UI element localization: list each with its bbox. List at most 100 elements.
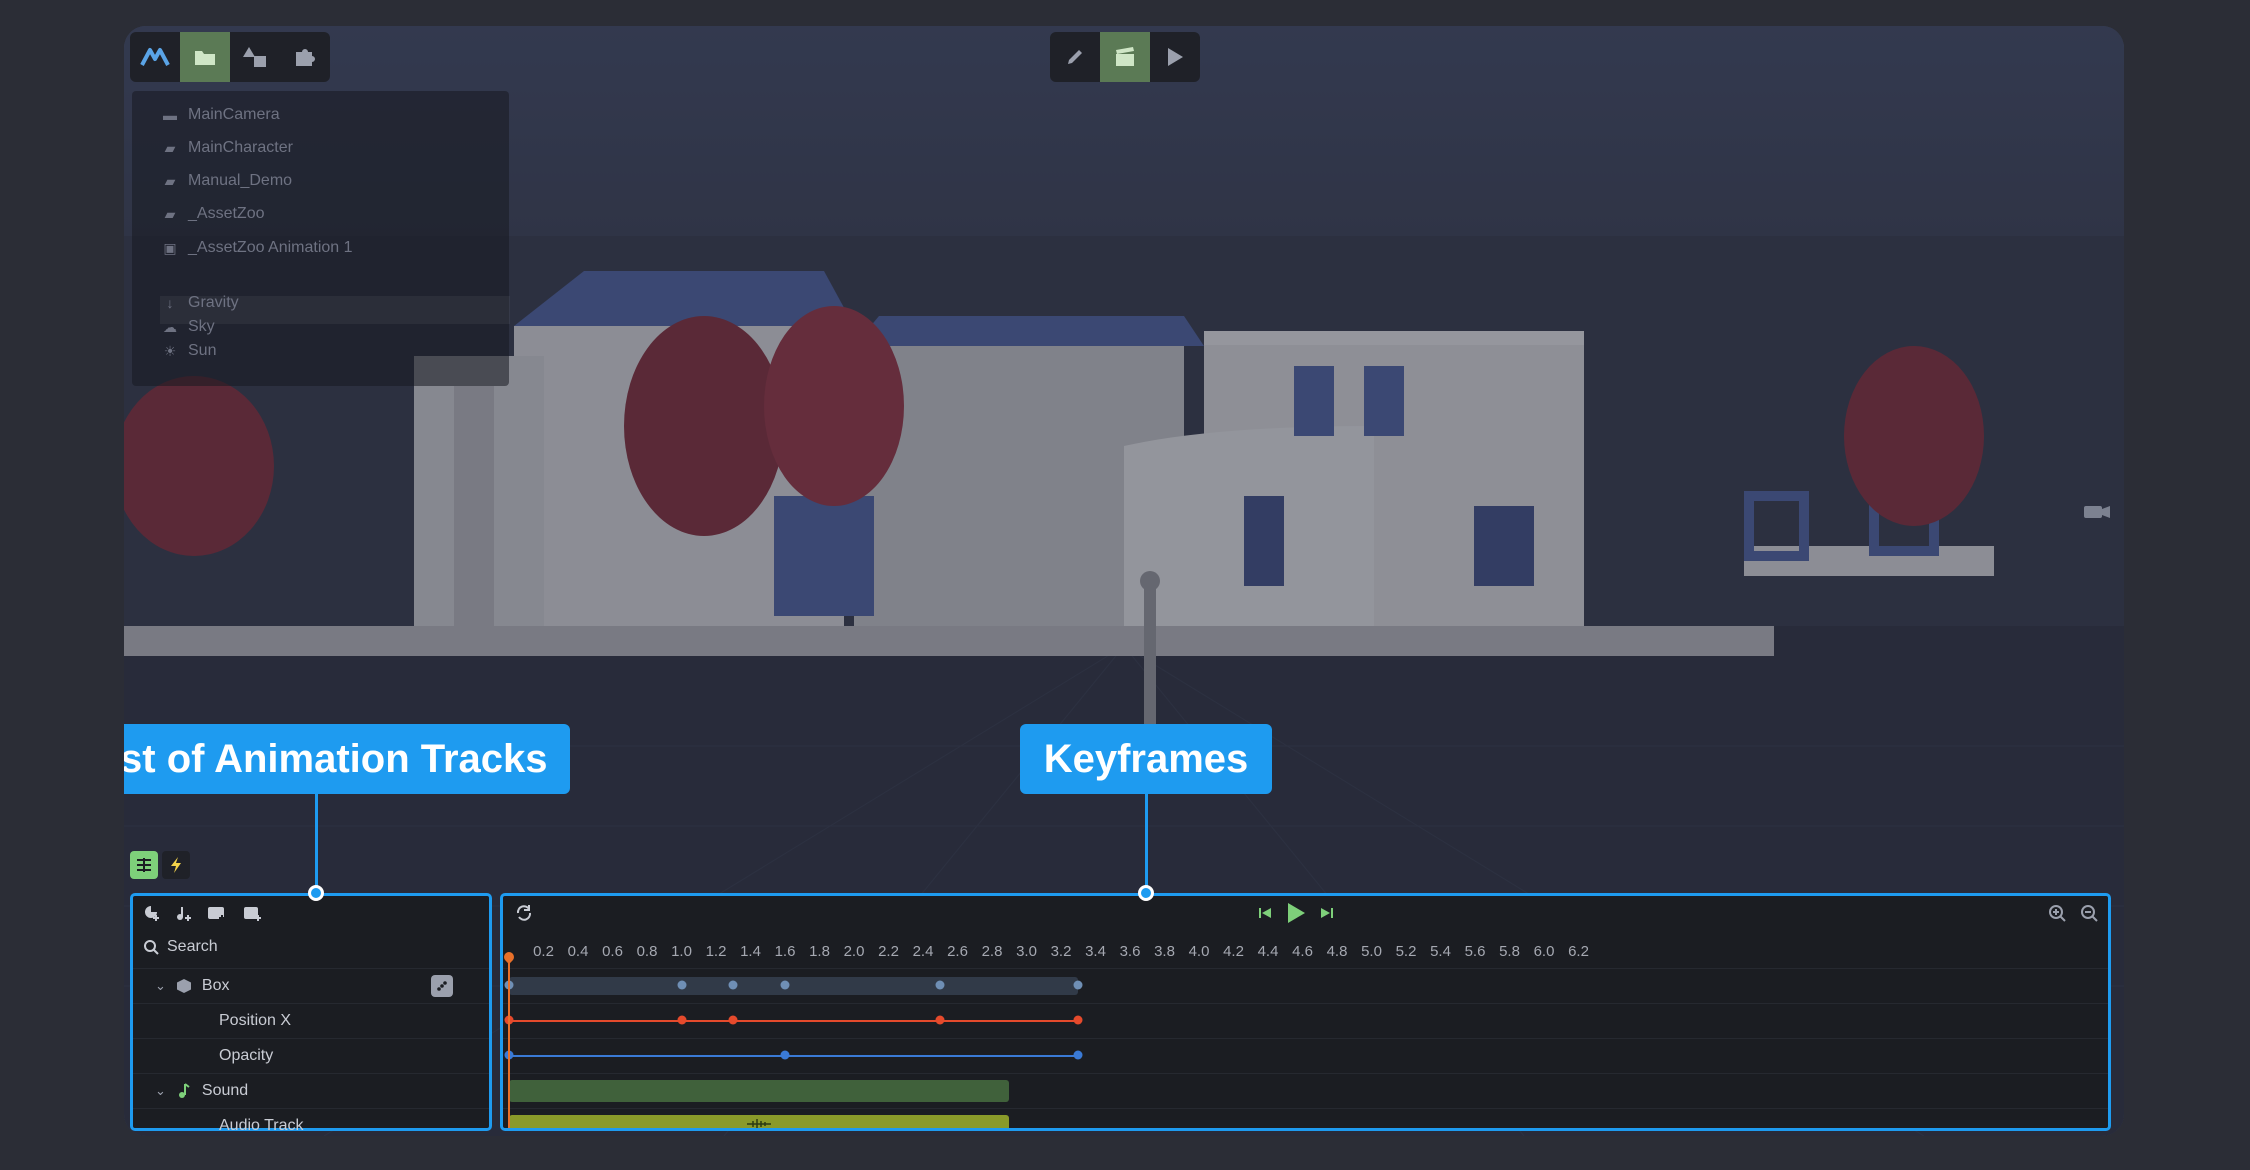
cube-icon <box>176 978 192 994</box>
search-placeholder: Search <box>167 938 218 955</box>
time-tick-label: 5.0 <box>1361 943 1382 960</box>
time-tick-label: 1.0 <box>671 943 692 960</box>
add-sound-track-icon[interactable] <box>175 904 193 922</box>
add-object-track-icon[interactable] <box>143 904 161 922</box>
add-camera-track-icon[interactable] <box>207 904 229 922</box>
timeline-row-box[interactable] <box>503 968 2108 1003</box>
track-row-position-x[interactable]: Position X <box>133 1003 489 1038</box>
timeline-row-audio-track[interactable] <box>503 1108 2108 1128</box>
app-window: ▬ MainCamera ▰ MainCharacter ▰ Manual_De… <box>124 26 2124 1136</box>
time-tick-label: 5.2 <box>1395 943 1417 960</box>
outliner-item[interactable]: ☀ Sun <box>160 339 217 363</box>
puzzle-icon[interactable] <box>280 32 330 82</box>
add-event-track-icon[interactable] <box>243 904 265 922</box>
time-tick-label: 2.0 <box>843 943 865 960</box>
position-x-curve <box>509 1020 1079 1022</box>
animation-tracks-list: Search ⌄ Box Position X Opacity ⌄ Sound <box>130 893 492 1134</box>
track-row-sound[interactable]: ⌄ Sound <box>133 1073 489 1108</box>
play-icon[interactable] <box>1150 32 1200 82</box>
time-tick-label: 3.0 <box>1016 943 1037 960</box>
folder-icon: ▰ <box>164 172 176 189</box>
waveform-icon <box>745 1117 773 1128</box>
time-tick-label: 4.4 <box>1257 943 1279 960</box>
shapes-icon[interactable] <box>230 32 280 82</box>
animation-icon: ▣ <box>163 239 177 256</box>
outliner-item[interactable]: ▰ _AssetZoo <box>160 202 265 226</box>
time-tick-label: 6.2 <box>1568 943 1589 960</box>
pencil-icon[interactable] <box>1050 32 1100 82</box>
events-mode-button[interactable] <box>162 851 190 879</box>
time-tick-label: 5.6 <box>1464 943 1486 960</box>
track-search[interactable]: Search <box>143 938 218 956</box>
time-tick-label: 3.4 <box>1085 943 1106 960</box>
box-clip-bar[interactable] <box>509 977 1079 995</box>
time-tick-label: 0.2 <box>533 943 554 960</box>
time-tick-label: 0.8 <box>636 943 658 960</box>
search-icon <box>144 940 159 955</box>
track-row-opacity[interactable]: Opacity <box>133 1038 489 1073</box>
callout-keyframes-connector <box>1145 794 1148 892</box>
chevron-down-icon[interactable]: ⌄ <box>155 1083 166 1099</box>
time-tick-label: 2.2 <box>878 943 899 960</box>
folder-icon[interactable] <box>180 32 230 82</box>
folder-icon: ▰ <box>164 205 176 222</box>
time-tick-label: 3.6 <box>1119 943 1141 960</box>
track-row-box[interactable]: ⌄ Box <box>133 968 489 1003</box>
time-tick-label: 2.4 <box>912 943 934 960</box>
top-left-toolbar <box>130 32 330 82</box>
cloud-icon: ☁ <box>163 318 177 335</box>
time-tick-label: 2.6 <box>947 943 968 960</box>
callout-keyframes-dot <box>1138 885 1154 901</box>
chevron-down-icon[interactable]: ⌄ <box>155 978 166 994</box>
time-tick-label: 4.0 <box>1188 943 1210 960</box>
track-row-audio-track[interactable]: Audio Track <box>133 1108 489 1136</box>
timeline-row-sound[interactable] <box>503 1073 2108 1108</box>
time-tick-label: 0.4 <box>567 943 589 960</box>
outliner-item[interactable]: ▣ _AssetZoo Animation 1 <box>160 236 352 260</box>
playhead[interactable] <box>508 958 510 1128</box>
audio-clip-bar[interactable] <box>509 1115 1010 1128</box>
tracks-mode-button[interactable] <box>130 851 158 879</box>
outliner-item[interactable]: ▬ MainCamera <box>160 103 280 127</box>
time-tick-label: 5.8 <box>1499 943 1520 960</box>
top-center-toolbar <box>1050 32 1200 82</box>
camera-gizmo-icon[interactable] <box>2084 506 2110 518</box>
sun-icon: ☀ <box>163 342 177 359</box>
callout-tracks: List of Animation Tracks <box>124 724 570 794</box>
time-ruler[interactable]: 0.2 0.4 0.6 0.8 1.0 1.2 1.4 1.6 1.8 2.0 2.2 2.4 2.6 2… <box>503 896 2108 968</box>
gravity-icon: ↓ <box>166 295 174 311</box>
callout-tracks-connector <box>315 794 318 892</box>
clapperboard-icon[interactable] <box>1100 32 1150 82</box>
sound-clip-bar[interactable] <box>509 1080 1010 1102</box>
timeline-row-opacity[interactable] <box>503 1038 2108 1073</box>
time-tick-label: 4.2 <box>1223 943 1244 960</box>
callout-keyframes: Keyframes <box>1020 724 1272 794</box>
camera-icon: ▬ <box>163 107 177 123</box>
outliner-item[interactable]: ☁ Sky <box>160 315 215 339</box>
outliner-item[interactable]: ▰ Manual_Demo <box>160 169 292 193</box>
time-tick-label: 1.4 <box>740 943 761 960</box>
timeline-row-position-x[interactable] <box>503 1003 2108 1038</box>
time-tick-label: 1.8 <box>809 943 830 960</box>
outliner-item[interactable]: ↓ Gravity <box>160 291 239 315</box>
time-tick-label: 3.8 <box>1154 943 1175 960</box>
time-tick-label: 2.8 <box>981 943 1003 960</box>
dice-icon[interactable] <box>431 975 453 997</box>
outliner-item[interactable]: ▰ MainCharacter <box>160 136 293 160</box>
tracks-toolbar <box>143 904 265 922</box>
callout-tracks-dot <box>308 885 324 901</box>
scene-outliner: ▬ MainCamera ▰ MainCharacter ▰ Manual_De… <box>132 91 510 386</box>
time-tick-label: 4.8 <box>1326 943 1348 960</box>
time-tick-label: 1.6 <box>774 943 796 960</box>
keyframe-timeline[interactable]: 0.2 0.4 0.6 0.8 1.0 1.2 1.4 1.6 1.8 2.0 2.2 2.4 2.6 2… <box>500 893 2111 1131</box>
time-tick-label: 4.6 <box>1292 943 1313 960</box>
opacity-curve <box>509 1055 1079 1057</box>
timeline-mode-buttons <box>130 851 190 879</box>
time-tick-label: 3.2 <box>1050 943 1072 960</box>
music-note-icon <box>176 1082 192 1100</box>
logo-icon[interactable] <box>130 32 180 82</box>
time-tick-label: 1.2 <box>705 943 727 960</box>
time-tick-label: 5.4 <box>1430 943 1451 960</box>
folder-icon: ▰ <box>164 139 176 156</box>
time-tick-label: 0.6 <box>602 943 623 960</box>
